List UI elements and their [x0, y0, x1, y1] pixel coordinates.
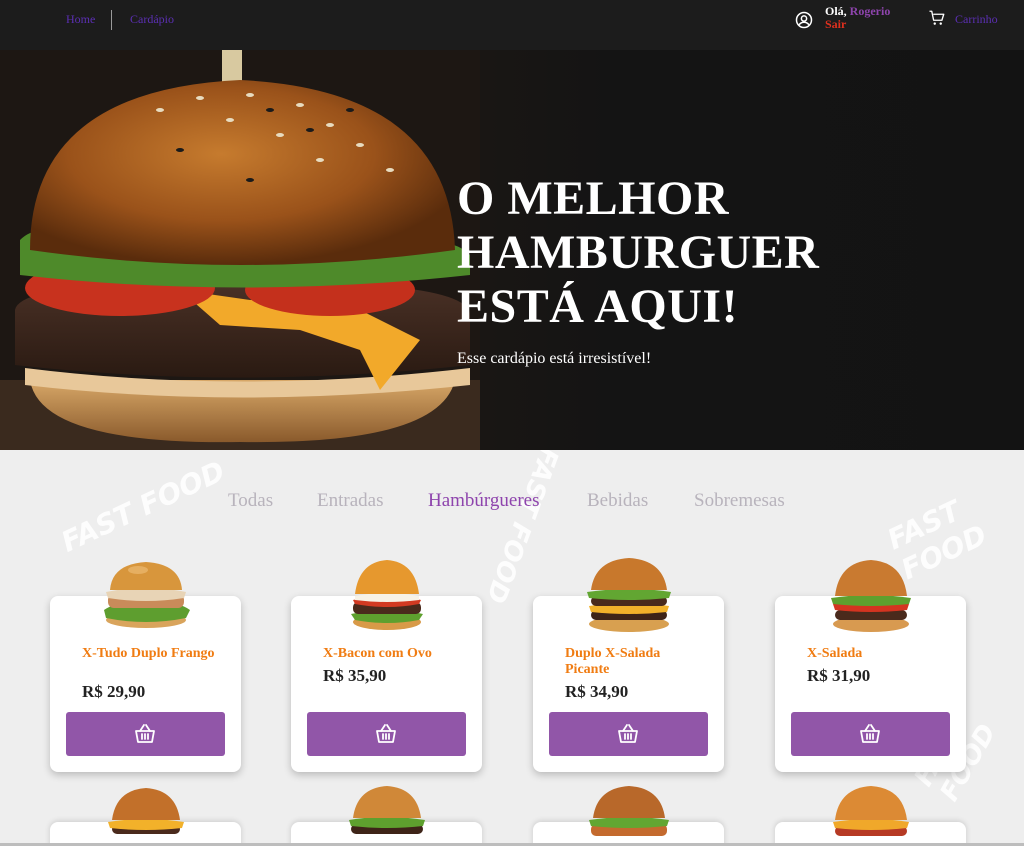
product-price: R$ 34,90: [565, 682, 629, 701]
tab-entradas[interactable]: Entradas: [317, 490, 383, 512]
background-doodle-text: FAST FOOD: [479, 450, 564, 607]
product-card: X-Salada R$ 31,90: [775, 560, 966, 772]
basket-icon: [618, 724, 638, 743]
product-name: X-Tudo Duplo Frango: [82, 646, 215, 661]
hero-title-line: O MELHOR: [457, 172, 730, 225]
nav-menu-link[interactable]: Cardápio: [130, 12, 174, 27]
nav-home-link[interactable]: Home: [66, 12, 95, 27]
burger-image: [832, 786, 909, 836]
burger-double-salad-image: [586, 558, 671, 632]
category-tabs: Todas Entradas Hambúrgueres Bebidas Sobr…: [0, 490, 1024, 514]
hero-burger-image: [0, 50, 480, 450]
product-card: Duplo X-Salada Picante R$ 34,90: [533, 558, 724, 772]
add-to-cart-button[interactable]: [549, 712, 708, 756]
product-card: X-Bacon com Ovo R$ 35,90: [291, 560, 482, 772]
product-card: X-Tudo Duplo Frango R$ 29,90: [50, 562, 241, 772]
basket-icon: [860, 724, 880, 743]
user-name: Rogerio: [849, 4, 891, 18]
user-icon: [795, 11, 813, 29]
burger-image: [588, 786, 669, 836]
product-name: Duplo X-Salada Picante: [565, 646, 661, 677]
product-name: X-Bacon com Ovo: [323, 646, 432, 661]
product-name: X-Salada: [807, 646, 863, 661]
burger-salad-image: [830, 560, 911, 632]
greeting-text: Olá,: [825, 4, 847, 18]
user-greeting: Olá, Rogerio Sair: [825, 5, 890, 31]
tab-sobremesas[interactable]: Sobremesas: [694, 490, 785, 512]
tab-todas[interactable]: Todas: [228, 490, 273, 512]
cart-icon[interactable]: [928, 9, 946, 27]
burger-bacon-egg-image: [350, 560, 423, 630]
hero-title: O MELHOR HAMBURGUER ESTÁ AQUI!: [457, 172, 877, 334]
burger-image: [107, 788, 184, 834]
hero-title-line: ESTÁ AQUI!: [457, 280, 739, 333]
hero-subtitle: Esse cardápio está irresistível!: [457, 350, 652, 367]
add-to-cart-button[interactable]: [307, 712, 466, 756]
add-to-cart-button[interactable]: [66, 712, 225, 756]
burger-chicken-image: [103, 562, 190, 628]
nav-divider: [111, 10, 112, 30]
add-to-cart-button[interactable]: [791, 712, 950, 756]
hero-banner: O MELHOR HAMBURGUER ESTÁ AQUI! Esse card…: [0, 50, 1024, 450]
basket-icon: [376, 724, 396, 743]
product-price: R$ 31,90: [807, 666, 871, 685]
logout-link[interactable]: Sair: [825, 18, 890, 31]
product-price: R$ 35,90: [323, 666, 387, 685]
basket-icon: [135, 724, 155, 743]
burger-image: [348, 786, 425, 834]
top-navbar: Home Cardápio Olá, Rogerio Sair Carrinho: [0, 0, 1024, 50]
hero-title-line: HAMBURGUER: [457, 226, 820, 279]
tab-bebidas[interactable]: Bebidas: [587, 490, 648, 512]
tab-hamburgueres[interactable]: Hambúrgueres: [428, 490, 540, 512]
cart-link[interactable]: Carrinho: [955, 12, 998, 27]
product-price: R$ 29,90: [82, 682, 146, 701]
